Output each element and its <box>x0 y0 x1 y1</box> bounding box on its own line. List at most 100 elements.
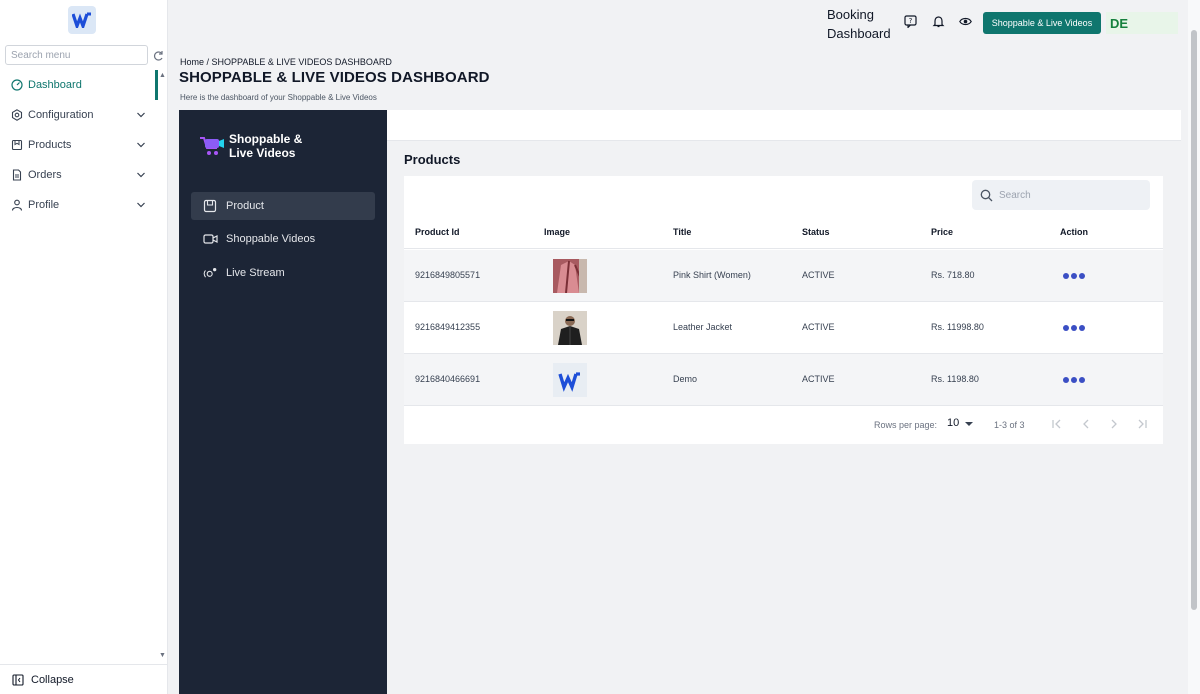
column-header-action[interactable]: Action <box>1060 227 1088 237</box>
product-box-icon <box>203 199 218 214</box>
dashboard-icon <box>10 79 23 92</box>
shoppable-videos-logo-icon <box>200 137 224 155</box>
bell-icon[interactable] <box>932 15 945 28</box>
panel-nav-shoppable-videos[interactable]: Shoppable Videos <box>191 225 375 253</box>
first-page-icon[interactable] <box>1050 417 1064 431</box>
eye-icon[interactable] <box>959 15 972 28</box>
product-title-cell: Leather Jacket <box>673 322 733 332</box>
more-actions-icon[interactable] <box>1063 273 1085 279</box>
live-stream-icon <box>203 266 218 281</box>
sidebar-scroll-indicator[interactable] <box>155 70 158 100</box>
app-brand: Shoppable & Live Videos <box>199 132 302 160</box>
scroll-down-arrow-icon[interactable]: ▼ <box>159 652 166 659</box>
sidebar-item-label: Orders <box>28 169 62 181</box>
product-image-demo[interactable] <box>553 363 587 397</box>
help-chat-icon[interactable]: ? <box>904 15 917 28</box>
rows-per-page-select[interactable]: 10 <box>947 417 959 429</box>
sidebar-item-profile[interactable]: Profile <box>10 195 150 215</box>
sidebar: Dashboard Configuration Products Orders … <box>0 0 168 694</box>
product-price-cell: Rs. 1198.80 <box>931 374 979 384</box>
page-scrollbar[interactable] <box>1188 0 1200 694</box>
column-header-product-id[interactable]: Product Id <box>415 227 460 237</box>
sidebar-item-label: Products <box>28 139 72 151</box>
panel-nav-label: Shoppable Videos <box>226 233 316 245</box>
sidebar-item-configuration[interactable]: Configuration <box>10 105 150 125</box>
settings-icon <box>10 109 23 122</box>
previous-page-icon[interactable] <box>1079 417 1093 431</box>
booking-dashboard-title: Booking Dashboard <box>827 5 897 43</box>
next-page-icon[interactable] <box>1107 417 1121 431</box>
panel-nav-label: Live Stream <box>226 267 285 279</box>
sidebar-item-label: Profile <box>28 199 60 211</box>
product-image-leather-jacket[interactable] <box>553 311 587 345</box>
collapse-icon <box>12 673 24 686</box>
column-header-image[interactable]: Image <box>544 227 570 237</box>
top-header: Booking Dashboard ? Shoppable & Live Vid… <box>170 0 1186 44</box>
user-avatar[interactable]: DE <box>1106 12 1178 34</box>
user-icon <box>10 199 23 212</box>
products-section-title: Products <box>404 152 461 167</box>
search-icon <box>980 189 993 201</box>
product-image-pink-shirt[interactable] <box>553 259 587 293</box>
panel-nav-live-stream[interactable]: Live Stream <box>191 259 375 287</box>
breadcrumb: Home / SHOPPABLE & LIVE VIDEOS DASHBOARD <box>180 57 392 67</box>
content-header-strip <box>387 110 1181 141</box>
orders-icon <box>10 169 23 182</box>
chevron-down-icon <box>137 112 145 118</box>
sidebar-item-products[interactable]: Products <box>10 135 150 155</box>
collapse-label: Collapse <box>31 673 74 686</box>
products-table-card: Product Id Image Title Status Price Acti… <box>404 176 1163 444</box>
table-header: Product Id Image Title Status Price Acti… <box>404 220 1163 249</box>
booking-title-line1: Booking <box>827 7 874 22</box>
table-row[interactable]: 9216849412355 Leather Jacket ACTIVE Rs. … <box>404 302 1163 354</box>
last-page-icon[interactable] <box>1135 417 1149 431</box>
product-id-cell: 9216849412355 <box>415 322 481 332</box>
brand-line2: Live Videos <box>229 146 296 160</box>
chevron-down-icon <box>137 142 145 148</box>
sidebar-item-label: Configuration <box>28 109 94 121</box>
chevron-down-icon <box>137 202 145 208</box>
table-row[interactable]: 9216840466691 Demo ACTIVE Rs. 1198.80 <box>404 354 1163 406</box>
panel-nav-product[interactable]: Product <box>191 192 375 220</box>
more-actions-icon[interactable] <box>1063 377 1085 383</box>
refresh-icon[interactable] <box>152 49 164 61</box>
svg-text:?: ? <box>909 17 913 25</box>
app-logo[interactable] <box>68 6 96 34</box>
column-header-price[interactable]: Price <box>931 227 953 237</box>
panel-nav-label: Product <box>226 200 264 212</box>
product-status-cell: ACTIVE <box>802 322 835 332</box>
product-search[interactable] <box>972 180 1150 210</box>
product-price-cell: Rs. 11998.80 <box>931 322 984 332</box>
app-panel-sidebar: Shoppable & Live Videos Product Shoppabl… <box>179 110 387 694</box>
product-price-cell: Rs. 718.80 <box>931 270 975 280</box>
caret-down-icon[interactable] <box>965 422 973 426</box>
sidebar-item-label: Dashboard <box>28 79 82 91</box>
search-menu-input[interactable] <box>5 45 148 65</box>
table-row[interactable]: 9216849805571 Pink Shirt (Women) ACTIVE … <box>404 250 1163 302</box>
shoppable-live-videos-button[interactable]: Shoppable & Live Videos <box>983 12 1101 34</box>
page-scrollbar-thumb[interactable] <box>1191 30 1197 610</box>
video-camera-icon <box>203 232 218 247</box>
sidebar-item-dashboard[interactable]: Dashboard <box>10 75 150 95</box>
product-id-cell: 9216840466691 <box>415 374 481 384</box>
more-actions-icon[interactable] <box>1063 325 1085 331</box>
pagination-range: 1-3 of 3 <box>994 420 1025 430</box>
products-icon <box>10 139 23 152</box>
scroll-up-arrow-icon[interactable]: ▲ <box>159 72 166 79</box>
collapse-button[interactable]: Collapse <box>0 664 168 694</box>
booking-title-line2: Dashboard <box>827 26 891 41</box>
column-header-status[interactable]: Status <box>802 227 830 237</box>
product-search-input[interactable] <box>999 189 1139 201</box>
page-subtitle: Here is the dashboard of your Shoppable … <box>180 93 377 102</box>
page-title: SHOPPABLE & LIVE VIDEOS DASHBOARD <box>179 69 490 86</box>
product-title-cell: Demo <box>673 374 698 384</box>
column-header-title[interactable]: Title <box>673 227 691 237</box>
table-pagination: Rows per page: 10 1-3 of 3 <box>404 414 1163 436</box>
product-title-cell: Pink Shirt (Women) <box>673 270 751 280</box>
product-status-cell: ACTIVE <box>802 270 835 280</box>
brand-line1: Shoppable & <box>229 132 303 146</box>
chevron-down-icon <box>137 172 145 178</box>
product-id-cell: 9216849805571 <box>415 270 481 280</box>
product-status-cell: ACTIVE <box>802 374 835 384</box>
sidebar-item-orders[interactable]: Orders <box>10 165 150 185</box>
